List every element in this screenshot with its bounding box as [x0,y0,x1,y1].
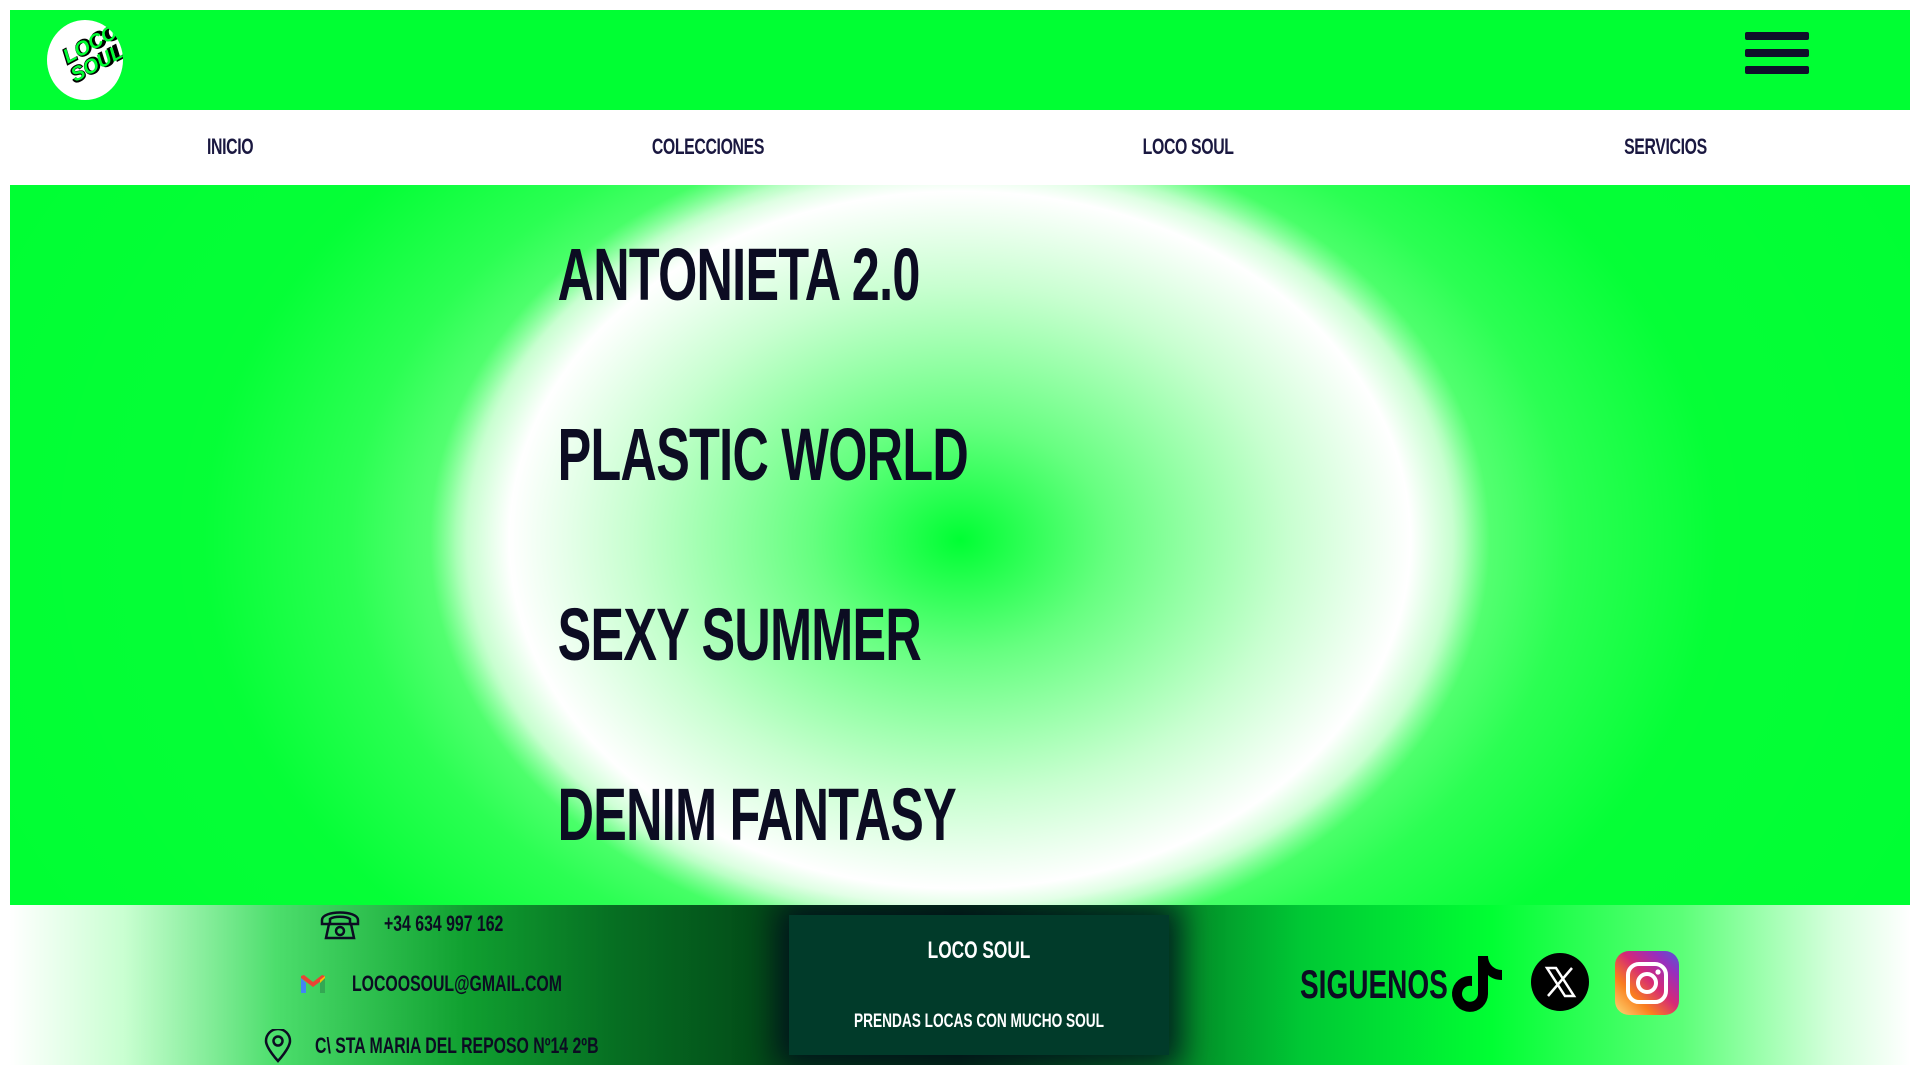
brand-title: LOCO SOUL [927,937,1031,964]
brand-logo[interactable]: LOCO SOUL LOCO SOUL [47,20,123,100]
collections-hero: ANTONIETA 2.0 PLASTIC WORLD SEXY SUMMER … [10,185,1910,905]
nav-item-inicio[interactable]: INICIO [207,132,254,162]
footer: +34 634 997 162 LOCOOSOUL@GMAIL.COM C\ S… [10,905,1910,1065]
tiktok-icon[interactable] [1442,950,1508,1016]
location-pin-icon [264,1029,292,1063]
phone-text: +34 634 997 162 [384,911,504,936]
contact-address[interactable]: C\ STA MARIA DEL REPOSO Nº14 2ºB [263,1027,709,1065]
menu-icon[interactable] [1745,32,1809,76]
contact-phone[interactable]: +34 634 997 162 [318,905,550,943]
gmail-icon [301,975,325,993]
top-bar: LOCO SOUL LOCO SOUL [10,10,1910,110]
brand-tagline: PRENDAS LOCAS CON MUCHO SOUL [853,1011,1105,1032]
nav-item-servicios[interactable]: SERVICIOS [1624,132,1707,162]
instagram-icon[interactable] [1615,950,1679,1016]
contact-email[interactable]: LOCOOSOUL@GMAIL.COM [300,965,644,1003]
follow-label: SIGUENOS [1300,963,1448,1007]
collection-antonieta[interactable]: ANTONIETA 2.0 [558,235,921,315]
address-text: C\ STA MARIA DEL REPOSO Nº14 2ºB [315,1033,599,1058]
nav-item-loco-soul[interactable]: LOCO SOUL [1143,132,1234,162]
nav-item-colecciones[interactable]: COLECCIONES [652,132,765,162]
loco-soul-logo-icon: LOCO SOUL LOCO SOUL [57,20,123,89]
x-icon[interactable] [1530,952,1590,1012]
collection-plastic-world[interactable]: PLASTIC WORLD [558,415,969,495]
collection-sexy-summer[interactable]: SEXY SUMMER [558,595,922,675]
main-nav: INICIO COLECCIONES LOCO SOUL SERVICIOS [10,110,1910,185]
collection-denim-fantasy[interactable]: DENIM FANTASY [558,775,957,855]
brand-card: LOCO SOUL PRENDAS LOCAS CON MUCHO SOUL [789,915,1169,1055]
email-text: LOCOOSOUL@GMAIL.COM [352,971,562,996]
phone-icon [320,911,360,940]
